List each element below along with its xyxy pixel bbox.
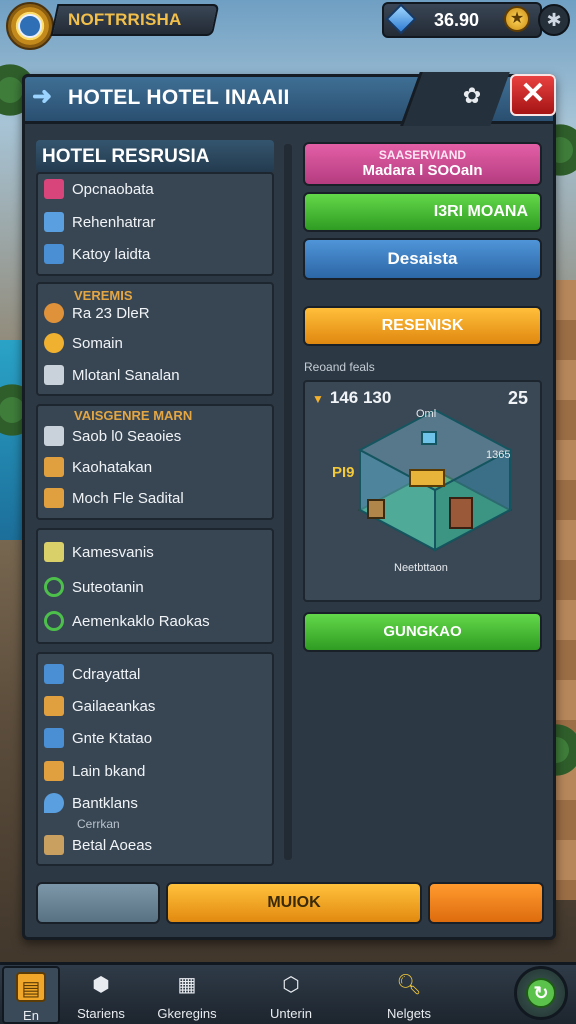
item-note: Cerrkan — [77, 817, 120, 831]
gift-icon — [44, 179, 64, 199]
leaf-icon: ↻ — [526, 978, 556, 1008]
room-caption: Neetbttaon — [394, 562, 448, 574]
menu-item[interactable]: Opcnaobata — [44, 178, 154, 200]
player-name: NOFTRRISHA — [68, 10, 182, 29]
group-title: VAISGENRE MARN — [74, 408, 193, 423]
menu-item[interactable]: Lain bkand — [44, 760, 145, 782]
badge-icon: ⬡ — [282, 974, 300, 996]
tools-icon — [44, 488, 64, 508]
tertiary-button[interactable] — [428, 882, 544, 924]
main-action-button[interactable]: MUIOK — [166, 882, 422, 924]
menu-item[interactable]: Gnte Ktatao — [44, 727, 152, 749]
menu-item[interactable]: Betal Aoeas — [44, 834, 152, 856]
crate-icon: ▦ — [177, 974, 197, 996]
room-tag: Oml — [416, 408, 437, 420]
room-tag: PI9 — [332, 464, 355, 481]
top-bar: NOFTRRISHA 36.90 ★ ✱ — [0, 0, 576, 50]
menu-item[interactable]: Aemenkaklo Raokas — [44, 610, 210, 632]
menu-item[interactable]: Bantklans — [44, 792, 138, 814]
room-tag: 1365 — [486, 449, 511, 461]
star-icon[interactable]: ★ — [504, 6, 530, 32]
nav-item-unterin[interactable]: ⬡ Unterin — [250, 966, 332, 1024]
building-icon — [44, 365, 64, 385]
menu-item[interactable]: Katoy laidta — [44, 243, 150, 265]
pink-action-button[interactable]: SAASERVIAND Madara l SOOaIn — [303, 142, 542, 186]
room-count: ▼ 146 130 — [312, 388, 392, 407]
settings-gear-icon[interactable]: ✱ — [538, 4, 570, 36]
refresh-icon — [44, 577, 64, 597]
menu-item[interactable]: Suteotanin — [44, 576, 144, 598]
coin-icon — [44, 333, 64, 353]
panel-title: HOTEL HOTEL INAAII — [68, 86, 290, 109]
magnifier-icon: 🔍︎ — [396, 974, 422, 996]
grid-icon — [44, 664, 64, 684]
puzzle-icon[interactable]: ✿ — [458, 82, 486, 110]
menu-item[interactable]: Moch Fle Sadital — [44, 487, 184, 509]
menu-item[interactable]: Mlotanl Sanalan — [44, 364, 180, 386]
circle-icon — [44, 611, 64, 631]
isometric-room-illustration — [357, 410, 513, 552]
player-avatar[interactable] — [6, 2, 54, 50]
calendar-icon — [44, 426, 64, 446]
confirm-button[interactable]: GUNGKAO — [303, 612, 542, 652]
group-title: VEREMIS — [74, 288, 133, 303]
menu-item[interactable]: Rehenhatrar — [44, 211, 155, 233]
back-arrow-icon[interactable]: ➜ — [32, 84, 60, 110]
list-icon — [44, 696, 64, 716]
left-section-title: HOTEL RESRUSIA — [42, 146, 210, 167]
drop-icon — [44, 793, 64, 813]
map-icon — [44, 457, 64, 477]
scrollbar[interactable] — [284, 144, 292, 860]
dropdown-triangle-icon[interactable]: ▼ — [312, 392, 324, 406]
menu-item[interactable]: Somain — [44, 332, 123, 354]
checkbox-icon — [44, 244, 64, 264]
menu-item[interactable]: Cdrayattal — [44, 663, 140, 685]
note-icon — [44, 542, 64, 562]
nav-item-nelgets[interactable]: 🔍︎ Nelgets — [368, 966, 450, 1024]
room-section-label: Reoand feals — [304, 360, 375, 374]
secondary-button[interactable] — [36, 882, 160, 924]
room-number: 25 — [508, 388, 529, 408]
menu-item[interactable]: Kaohatakan — [44, 456, 152, 478]
wrench-icon — [44, 761, 64, 781]
gem-count: 36.90 — [434, 10, 480, 30]
nav-item-home[interactable]: ▤ En — [2, 966, 60, 1024]
blue-action-button[interactable]: Desaista — [303, 238, 542, 280]
menu-item[interactable]: Gailaeankas — [44, 695, 155, 717]
barrel-icon — [44, 835, 64, 855]
menu-item[interactable]: Ra 23 DleR — [44, 302, 150, 324]
green-action-button[interactable]: I3RI MOANA — [303, 192, 542, 232]
menu-item[interactable]: Kamesvanis — [44, 541, 154, 563]
pencil-icon — [44, 212, 64, 232]
shield-icon: ⬢ — [92, 974, 110, 996]
flag-icon — [18, 14, 42, 38]
close-button[interactable]: ✕ — [510, 74, 556, 116]
menu-item[interactable]: Saob l0 Seaoies — [44, 425, 181, 447]
clock-icon — [44, 303, 64, 323]
home-icon: ▤ — [16, 972, 46, 1002]
monitor-icon — [44, 728, 64, 748]
nav-item-gkeregins[interactable]: ▦ Gkeregins — [146, 966, 228, 1024]
nav-item-stariens[interactable]: ⬢ Stariens — [60, 966, 142, 1024]
orange-action-button[interactable]: RESENISK — [303, 306, 542, 346]
